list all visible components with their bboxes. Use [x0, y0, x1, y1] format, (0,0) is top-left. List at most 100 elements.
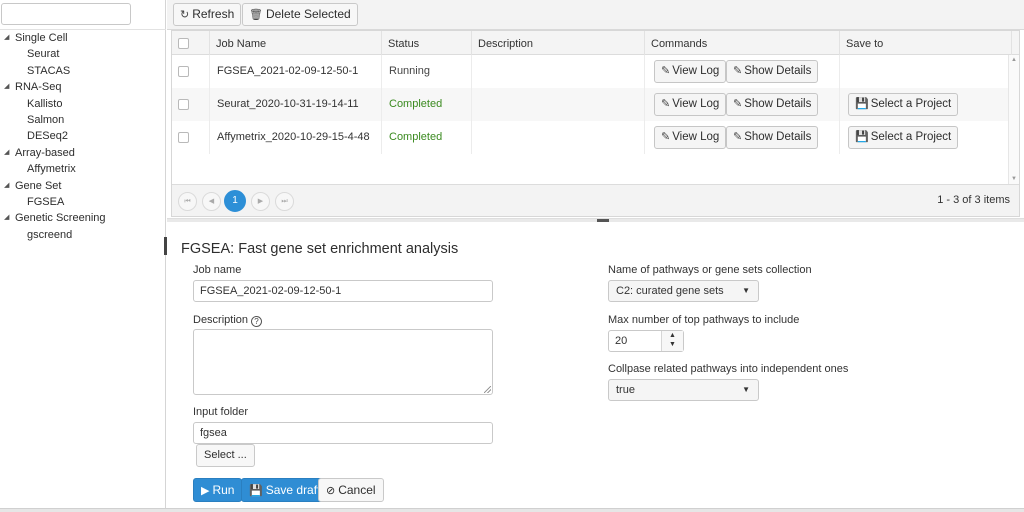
run-button[interactable]: ▶ Run: [193, 478, 243, 502]
header-status[interactable]: Status: [382, 31, 472, 55]
decrement-icon[interactable]: ▼: [669, 341, 676, 348]
header-commands: Commands: [645, 31, 840, 55]
row-checkbox[interactable]: [178, 99, 189, 110]
expand-toggle-icon[interactable]: ◢: [4, 210, 9, 226]
show-details-button[interactable]: ✎ Show Details: [726, 60, 819, 83]
tree-leaf[interactable]: Kallisto: [0, 96, 166, 112]
scroll-up-icon[interactable]: ▲: [1011, 57, 1017, 63]
play-icon: ▶: [201, 485, 210, 497]
tree-leaf[interactable]: FGSEA: [0, 194, 166, 210]
bottom-bar: [0, 508, 1024, 512]
description-textarea[interactable]: [193, 329, 493, 395]
select-folder-button[interactable]: Select ...: [196, 444, 255, 467]
tree-item-label: Salmon: [27, 113, 65, 126]
help-icon[interactable]: ?: [251, 316, 263, 327]
expand-toggle-icon[interactable]: ◢: [4, 30, 9, 46]
trash-icon: 🗑: [249, 9, 263, 21]
select-project-button[interactable]: 💾 Select a Project: [848, 126, 959, 149]
refresh-button[interactable]: ↻ Refresh: [173, 3, 242, 26]
description-cell: [472, 55, 645, 88]
expand-toggle-icon[interactable]: ◢: [4, 145, 9, 161]
view-log-label: View Log: [672, 98, 720, 110]
select-all-checkbox[interactable]: [178, 38, 189, 49]
expand-toggle-icon[interactable]: ◢: [4, 178, 9, 194]
table-row[interactable]: Seurat_2020-10-31-19-14-11 Completed ✎ View…: [172, 88, 1008, 121]
sidebar: ◢ Single Cell Seurat STACAS ◢ RNA-Seq Kallisto…: [0, 0, 166, 508]
header-save-to: Save to: [840, 31, 1012, 55]
tree-leaf[interactable]: gscreend: [0, 227, 166, 243]
tree-leaf[interactable]: Salmon: [0, 112, 166, 128]
collapse-select[interactable]: true ▼: [608, 379, 759, 401]
description-label: Description?: [193, 314, 263, 327]
max-pathways-stepper[interactable]: 20 ▲ ▼: [608, 330, 684, 352]
grid-header: Job Name Status Description Commands Sav…: [172, 31, 1019, 55]
edit-icon: ✎: [661, 65, 671, 77]
save-to-cell: 💾 Select a Project: [840, 121, 1008, 154]
view-log-button[interactable]: ✎ View Log: [654, 93, 727, 116]
app-tree: ◢ Single Cell Seurat STACAS ◢ RNA-Seq Kallisto…: [0, 30, 166, 243]
sidebar-search-input[interactable]: [1, 3, 131, 25]
sidebar-resize-grip[interactable]: [164, 237, 167, 255]
select-project-button[interactable]: 💾 Select a Project: [848, 93, 959, 116]
header-description[interactable]: Description: [472, 31, 645, 55]
row-select-cell: [172, 121, 210, 154]
prev-page-icon[interactable]: ◀: [202, 192, 221, 211]
view-log-label: View Log: [672, 131, 720, 143]
next-page-icon[interactable]: ▶: [251, 192, 270, 211]
delete-selected-button[interactable]: 🗑 Delete Selected: [242, 3, 358, 26]
tree-item-label: FGSEA: [27, 195, 65, 208]
pager-info: 1 - 3 of 3 items: [937, 194, 1010, 206]
first-page-icon[interactable]: ⏮: [178, 192, 197, 211]
save-draft-button[interactable]: 💾 Save draft: [241, 478, 329, 502]
page-1-button[interactable]: 1: [224, 190, 246, 212]
cancel-button[interactable]: ⊘ Cancel: [318, 478, 384, 502]
show-details-button[interactable]: ✎ Show Details: [726, 93, 819, 116]
grid-scrollbar[interactable]: ▲ ▼: [1008, 55, 1019, 184]
row-checkbox[interactable]: [178, 66, 189, 77]
tree-group[interactable]: ◢ Genetic Screening: [0, 210, 166, 226]
tree-item-label: Kallisto: [27, 97, 63, 110]
resize-grip-icon[interactable]: [484, 386, 491, 393]
table-row[interactable]: FGSEA_2021-02-09-12-50-1 Running ✎ View Log…: [172, 55, 1008, 88]
tree-leaf[interactable]: Seurat: [0, 46, 166, 62]
panel-splitter[interactable]: [167, 218, 1024, 222]
increment-icon[interactable]: ▲: [669, 332, 676, 339]
tree-leaf[interactable]: DESeq2: [0, 128, 166, 144]
input-folder-input[interactable]: fgsea: [193, 422, 493, 444]
show-details-button[interactable]: ✎ Show Details: [726, 126, 819, 149]
row-select-cell: [172, 55, 210, 88]
tree-leaf[interactable]: STACAS: [0, 63, 166, 79]
view-log-button[interactable]: ✎ View Log: [654, 60, 727, 83]
header-select-cell: [172, 31, 210, 55]
main-panel: ↻ Refresh 🗑 Delete Selected Job Name Statu…: [164, 0, 1024, 508]
run-label: Run: [212, 483, 235, 497]
tree-item-label: Affymetrix: [27, 163, 76, 176]
save-to-cell: [840, 55, 1008, 88]
splitter-grip[interactable]: [597, 219, 609, 222]
tree-group[interactable]: ◢ Gene Set: [0, 178, 166, 194]
caret-down-icon: ▼: [742, 286, 750, 295]
last-page-icon[interactable]: ⏭: [275, 192, 294, 211]
tree-group[interactable]: ◢ Array-based: [0, 145, 166, 161]
job-name-cell: FGSEA_2021-02-09-12-50-1: [210, 55, 382, 88]
table-row[interactable]: Affymetrix_2020-10-29-15-4-48 Completed ✎ V…: [172, 121, 1008, 154]
tree-leaf[interactable]: Affymetrix: [0, 161, 166, 177]
tree-group[interactable]: ◢ Single Cell: [0, 30, 166, 46]
caret-down-icon: ▼: [742, 385, 750, 394]
cancel-label: Cancel: [338, 483, 376, 497]
job-name-input[interactable]: FGSEA_2021-02-09-12-50-1: [193, 280, 493, 302]
row-checkbox[interactable]: [178, 132, 189, 143]
view-log-button[interactable]: ✎ View Log: [654, 126, 727, 149]
save-to-cell: 💾 Select a Project: [840, 88, 1008, 121]
tree-group[interactable]: ◢ RNA-Seq: [0, 79, 166, 95]
jobs-grid: Job Name Status Description Commands Sav…: [171, 30, 1020, 217]
expand-toggle-icon[interactable]: ◢: [4, 79, 9, 95]
header-job-name[interactable]: Job Name: [210, 31, 382, 55]
job-name-cell: Seurat_2020-10-31-19-14-11: [210, 88, 382, 121]
collection-select[interactable]: C2: curated gene sets ▼: [608, 280, 759, 302]
job-name-label: Job name: [193, 264, 242, 276]
tree-item-label: gscreend: [27, 228, 73, 241]
job-name-cell: Affymetrix_2020-10-29-15-4-48: [210, 121, 382, 154]
scroll-down-icon[interactable]: ▼: [1011, 176, 1017, 182]
max-pathways-value: 20: [615, 335, 628, 347]
